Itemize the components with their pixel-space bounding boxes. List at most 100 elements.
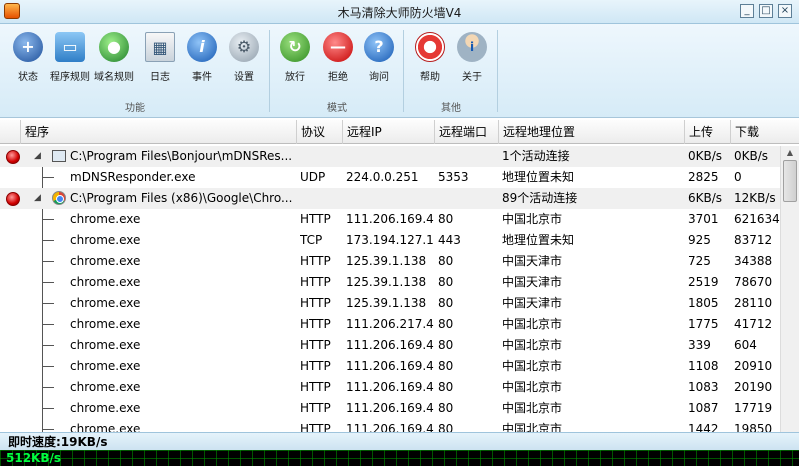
remote-ip-cell: 111.206.169.4 <box>346 422 434 432</box>
user-info-icon: i <box>457 32 487 62</box>
upload-cell: 1108 <box>688 359 719 373</box>
tree-line <box>42 324 54 325</box>
program-cell: chrome.exe <box>70 317 141 331</box>
download-cell: 604 <box>734 338 757 352</box>
toolbar-group-functions: + 状态 ▭ 程序规则 ● 域名规则 ▦ 日志 i 事件 ⚙ 设置 功能 <box>0 26 270 116</box>
connection-row[interactable]: chrome.exe HTTP 111.206.169.4 80 中国北京市 1087 17… <box>0 398 780 419</box>
program-cell: chrome.exe <box>70 212 141 226</box>
remote-ip-cell: 111.206.169.4 <box>346 359 434 373</box>
program-cell: chrome.exe <box>70 296 141 310</box>
scroll-up-icon[interactable]: ▲ <box>781 146 799 160</box>
question-icon: ? <box>364 32 394 62</box>
program-cell: chrome.exe <box>70 401 141 415</box>
download-cell: 621634 <box>734 212 780 226</box>
remote-port-cell: 80 <box>438 254 454 268</box>
deny-button[interactable]: — 拒绝 <box>318 32 358 88</box>
block-toggle-icon[interactable] <box>6 150 20 164</box>
process-group-row[interactable]: ◢ C:\Program Files\Bonjour\mDNSRes... 1个活动… <box>0 146 780 167</box>
domain-rules-button[interactable]: ● 域名规则 <box>94 32 134 88</box>
connection-row[interactable]: chrome.exe HTTP 111.206.169.4 80 中国北京市 3701 62… <box>0 209 780 230</box>
connection-row[interactable]: chrome.exe HTTP 125.39.1.138 80 中国天津市 2519 786… <box>0 272 780 293</box>
connection-row[interactable]: chrome.exe HTTP 111.206.169.4 80 中国北京市 1108 20… <box>0 356 780 377</box>
location-cell: 中国天津市 <box>502 296 563 310</box>
remote-port-cell: 80 <box>438 338 454 352</box>
download-cell: 34388 <box>734 254 773 268</box>
graph-scale-label: 512KB/s <box>6 451 62 465</box>
column-header-remote-port[interactable]: 远程端口 <box>434 120 498 144</box>
remote-port-cell: 80 <box>438 401 454 415</box>
connection-row[interactable]: chrome.exe HTTP 111.206.169.4 80 中国北京市 1442 19… <box>0 419 780 432</box>
column-header-protocol[interactable]: 协议 <box>296 120 342 144</box>
allow-button[interactable]: ↻ 放行 <box>275 32 315 88</box>
tree-line <box>42 419 43 432</box>
collapse-arrow-icon[interactable]: ◢ <box>34 146 41 167</box>
collapse-arrow-icon[interactable]: ◢ <box>34 188 41 209</box>
restore-button[interactable]: □ <box>759 4 773 18</box>
location-cell: 中国北京市 <box>502 317 563 331</box>
connection-row[interactable]: chrome.exe HTTP 125.39.1.138 80 中国天津市 725 3438… <box>0 251 780 272</box>
column-header-program[interactable]: 程序 <box>20 120 296 144</box>
program-cell: chrome.exe <box>70 275 141 289</box>
minimize-button[interactable]: _ <box>740 4 754 18</box>
program-cell: chrome.exe <box>70 359 141 373</box>
remote-port-cell: 80 <box>438 275 454 289</box>
connection-row[interactable]: chrome.exe TCP 173.194.127.1... 443 地理位置未知 92… <box>0 230 780 251</box>
status-button[interactable]: + 状态 <box>8 32 48 88</box>
protocol-cell: HTTP <box>300 401 331 415</box>
connection-row[interactable]: chrome.exe HTTP 125.39.1.138 80 中国天津市 1805 281… <box>0 293 780 314</box>
download-cell: 28110 <box>734 296 773 310</box>
remote-ip-cell: 125.39.1.138 <box>346 254 427 268</box>
refresh-green-icon: ↻ <box>280 32 310 62</box>
download-cell: 19850 <box>734 422 773 432</box>
title-bar: 木马清除大师防火墙V4 _ □ × <box>0 0 799 24</box>
program-rules-button[interactable]: ▭ 程序规则 <box>50 32 90 88</box>
protocol-cell: HTTP <box>300 422 331 432</box>
upload-cell: 1805 <box>688 296 719 310</box>
upload-cell: 1087 <box>688 401 719 415</box>
settings-button[interactable]: ⚙ 设置 <box>224 32 264 88</box>
remote-port-cell: 5353 <box>438 170 469 184</box>
scroll-thumb[interactable] <box>783 160 797 202</box>
process-group-row[interactable]: ◢ C:\Program Files (x86)\Google\Chro... 89… <box>0 188 780 209</box>
location-cell: 中国北京市 <box>502 380 563 394</box>
connection-row[interactable]: chrome.exe HTTP 111.206.217.48 80 中国北京市 1775 4… <box>0 314 780 335</box>
help-button[interactable]: 帮助 <box>410 32 450 88</box>
connection-row[interactable]: chrome.exe HTTP 111.206.169.4 80 中国北京市 339 604 <box>0 335 780 356</box>
upload-cell: 6KB/s <box>688 191 723 205</box>
application-icon <box>52 150 66 162</box>
column-header-upload[interactable]: 上传 <box>684 120 730 144</box>
program-cell: chrome.exe <box>70 422 141 432</box>
group-label-functions: 功能 <box>125 103 145 114</box>
vertical-scrollbar[interactable]: ▲ <box>780 146 799 432</box>
ask-button[interactable]: ? 询问 <box>359 32 399 88</box>
info-icon: i <box>187 32 217 62</box>
remote-ip-cell: 125.39.1.138 <box>346 275 427 289</box>
upload-cell: 725 <box>688 254 711 268</box>
remote-port-cell: 80 <box>438 212 454 226</box>
events-button[interactable]: i 事件 <box>182 32 222 88</box>
protocol-cell: HTTP <box>300 338 331 352</box>
tree-line <box>42 303 54 304</box>
column-header-download[interactable]: 下载 <box>730 120 799 144</box>
connection-row[interactable]: mDNSResponder.exe UDP 224.0.0.251 5353 地理位置未… <box>0 167 780 188</box>
protocol-cell: HTTP <box>300 359 331 373</box>
protocol-cell: HTTP <box>300 275 331 289</box>
table-header: 程序 协议 远程IP 远程端口 远程地理位置 上传 下载 <box>0 120 799 144</box>
remote-ip-cell: 125.39.1.138 <box>346 296 427 310</box>
download-cell: 41712 <box>734 317 773 331</box>
protocol-cell: HTTP <box>300 254 331 268</box>
connection-row[interactable]: chrome.exe HTTP 111.206.169.4 80 中国北京市 1083 20… <box>0 377 780 398</box>
close-button[interactable]: × <box>778 4 792 18</box>
block-toggle-icon[interactable] <box>6 192 20 206</box>
log-button[interactable]: ▦ 日志 <box>140 32 180 88</box>
remote-ip-cell: 111.206.169.4 <box>346 338 434 352</box>
lifebuoy-icon <box>415 32 445 62</box>
program-cell: C:\Program Files (x86)\Google\Chro... <box>70 191 293 205</box>
about-button[interactable]: i 关于 <box>452 32 492 88</box>
upload-cell: 3701 <box>688 212 719 226</box>
column-header-remote-ip[interactable]: 远程IP <box>342 120 434 144</box>
tree-line <box>42 408 54 409</box>
column-header-location[interactable]: 远程地理位置 <box>498 120 684 144</box>
location-cell: 中国北京市 <box>502 338 563 352</box>
program-cell: chrome.exe <box>70 338 141 352</box>
